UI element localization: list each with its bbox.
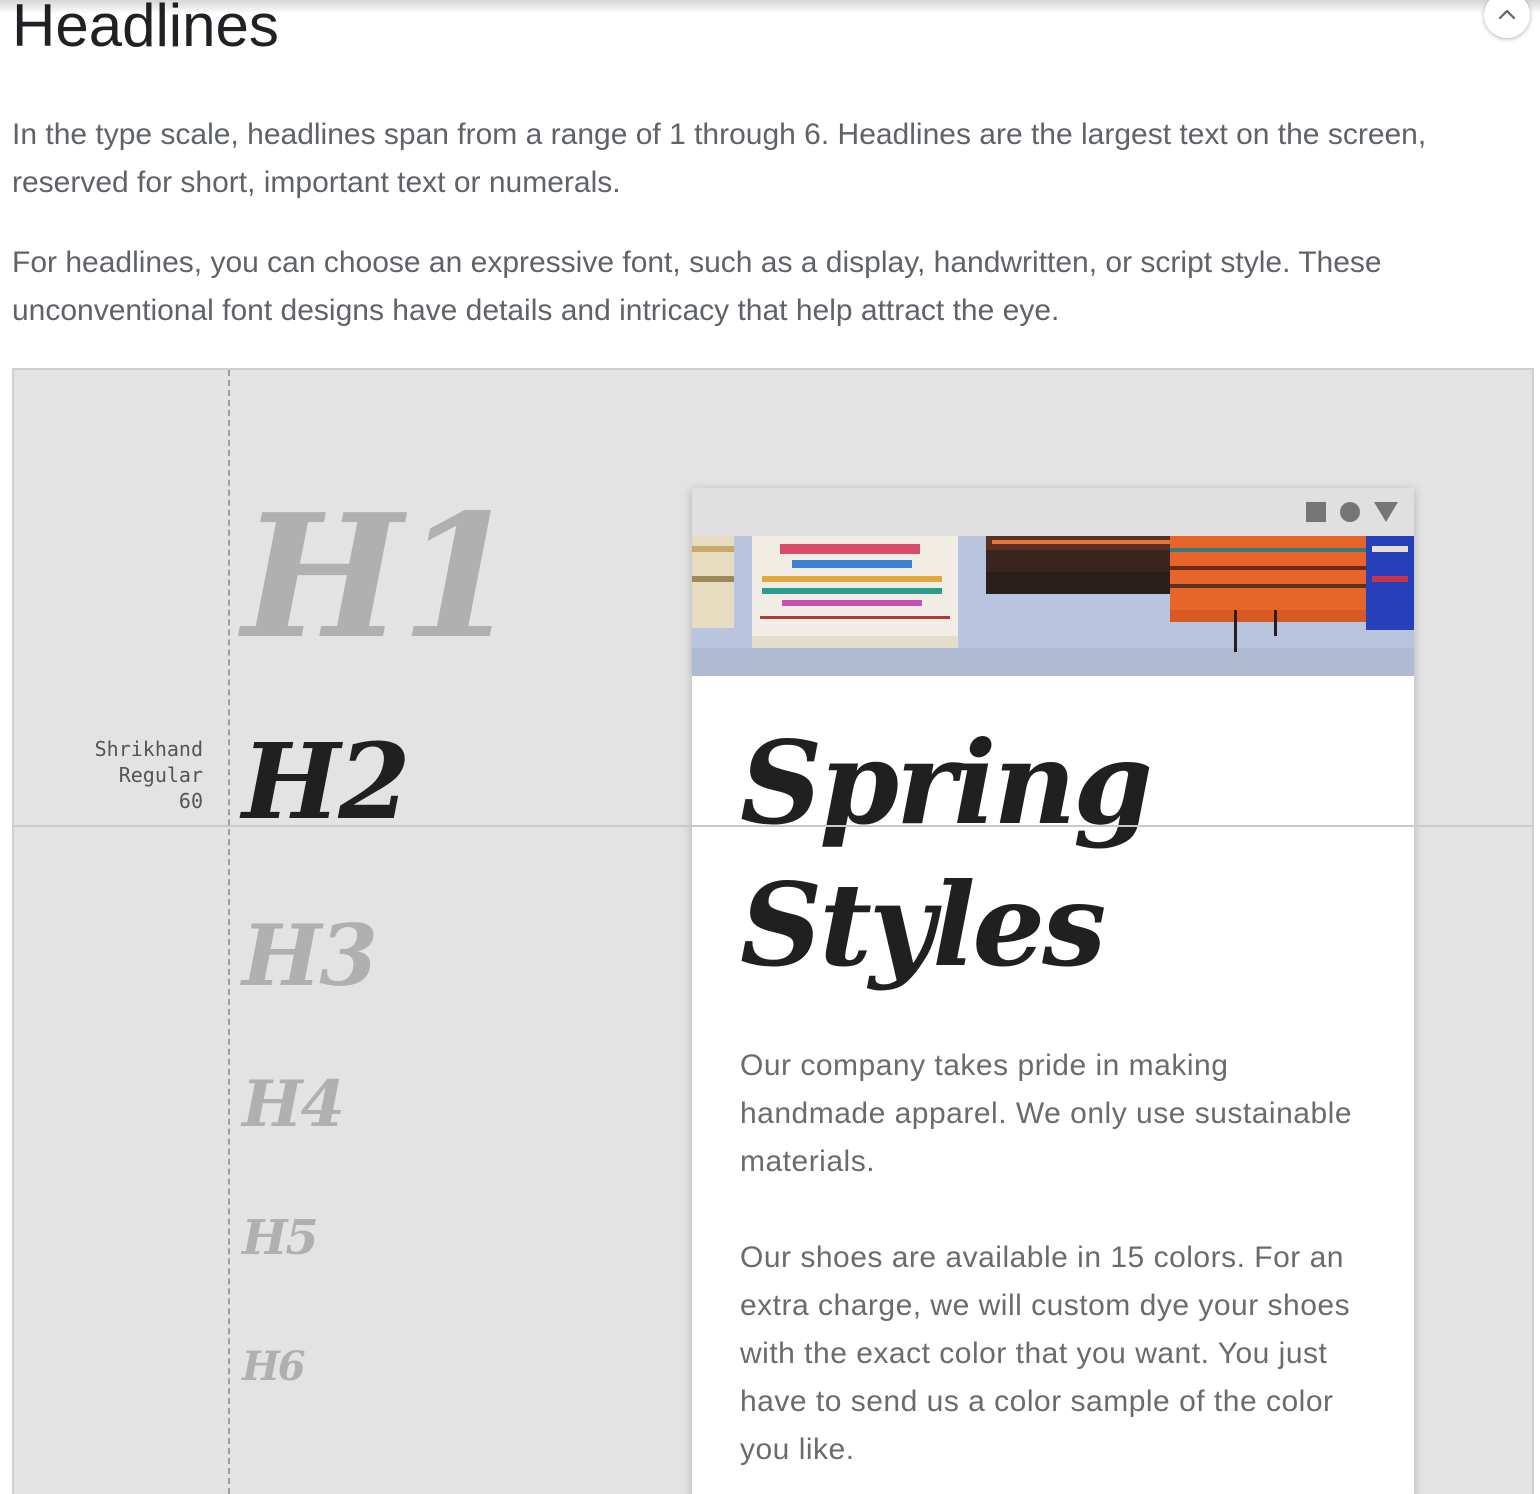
headline-level-h3: H3 xyxy=(242,906,378,1005)
square-icon xyxy=(1306,502,1326,522)
headline-level-h2: H2 xyxy=(242,720,411,843)
font-size: 60 xyxy=(178,789,203,813)
type-scale-demo: Shrikhand Regular 60 H1 H2 H3 H4 H5 H6 S… xyxy=(12,368,1534,1494)
collapse-button[interactable] xyxy=(1484,0,1530,38)
header-shadow xyxy=(0,0,1540,14)
card-body-paragraph: Our company takes pride in making handma… xyxy=(740,1049,1353,1178)
device-mockup: Spring Styles Our company takes pride in… xyxy=(692,488,1414,1494)
font-spec-label: Shrikhand Regular 60 xyxy=(23,736,203,814)
font-name: Shrikhand xyxy=(94,737,203,761)
headline-level-h4: H4 xyxy=(242,1067,345,1142)
card-body-paragraph: Our shoes are available in 15 colors. Fo… xyxy=(740,1241,1351,1466)
chevron-up-icon xyxy=(1498,9,1516,20)
card-title: Spring Styles xyxy=(740,716,1153,992)
triangle-icon xyxy=(1374,502,1398,522)
intro-paragraph: For headlines, you can choose an express… xyxy=(12,246,1382,327)
baseline-guide xyxy=(228,370,230,1494)
font-style: Regular xyxy=(118,763,203,787)
headline-level-h1: H1 xyxy=(242,477,519,677)
alignment-guide xyxy=(14,825,1532,827)
headline-level-h6: H6 xyxy=(242,1343,306,1390)
headline-level-h5: H5 xyxy=(242,1210,319,1266)
intro-paragraph: In the type scale, headlines span from a… xyxy=(12,118,1427,199)
device-status-bar xyxy=(692,488,1414,536)
circle-icon xyxy=(1340,502,1360,522)
hero-image xyxy=(692,536,1414,676)
